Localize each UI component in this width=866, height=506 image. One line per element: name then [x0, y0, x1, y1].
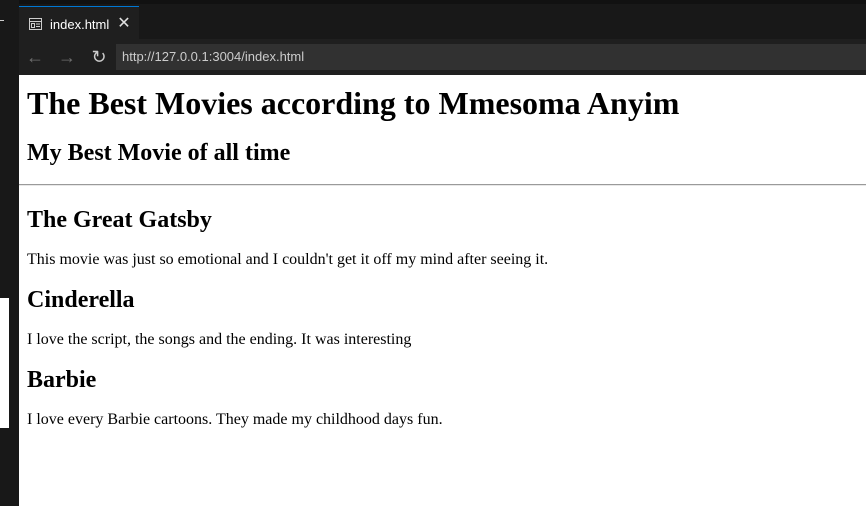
- forward-arrow-icon[interactable]: →: [51, 41, 83, 73]
- tab-index-html[interactable]: index.html ✕: [19, 6, 139, 41]
- page-subtitle: My Best Movie of all time: [27, 140, 291, 166]
- movie-description: I love the script, the songs and the end…: [27, 331, 412, 348]
- movie-title: The Great Gatsby: [27, 207, 212, 233]
- tab-label: index.html: [50, 16, 110, 32]
- movie-description: This movie was just so emotional and I c…: [27, 251, 549, 268]
- side-strip-panel: [0, 298, 9, 428]
- navigation-bar: ← → ↻ http://127.0.0.1:3004/index.html: [19, 39, 866, 75]
- movie-description: I love every Barbie cartoons. They made …: [27, 411, 443, 428]
- close-icon[interactable]: ✕: [117, 16, 130, 32]
- url-input[interactable]: http://127.0.0.1:3004/index.html: [116, 44, 866, 70]
- simple-browser-window: index.html ✕ ← → ↻ http://127.0.0.1:3004…: [0, 0, 866, 506]
- back-arrow-icon[interactable]: ←: [19, 41, 51, 73]
- page-content: The Best Movies according to Mmesoma Any…: [19, 85, 866, 429]
- page-viewport: The Best Movies according to Mmesoma Any…: [19, 75, 866, 506]
- movie-title: Cinderella: [27, 287, 135, 313]
- movie-title: Barbie: [27, 367, 97, 393]
- divider: [19, 184, 866, 186]
- refresh-icon[interactable]: ↻: [83, 41, 115, 73]
- side-strip-dash: [0, 20, 4, 21]
- browser-preview-icon: [29, 18, 42, 30]
- tab-bar: index.html ✕: [19, 0, 866, 41]
- editor-side-strip: [0, 0, 19, 506]
- page-title: The Best Movies according to Mmesoma Any…: [27, 85, 680, 121]
